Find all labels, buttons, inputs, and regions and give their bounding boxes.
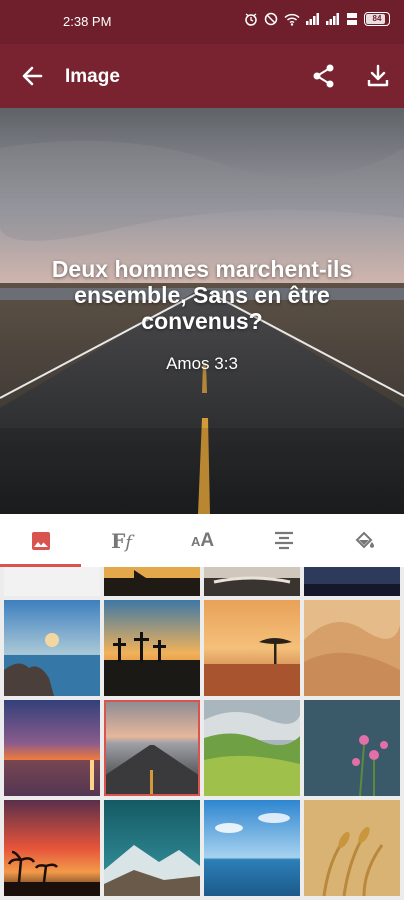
editor-tabs: Ff AA	[0, 514, 404, 568]
image-preview[interactable]: Deux hommes marchent-ils ensemble, Sans …	[0, 108, 404, 514]
network-speed-icon	[347, 13, 357, 25]
gallery-thumb-blank[interactable]	[4, 567, 100, 596]
wifi-icon	[284, 13, 300, 26]
font-icon: Ff	[111, 529, 132, 553]
gallery-thumb-palm-sunset[interactable]	[4, 800, 100, 896]
thumb-image	[204, 700, 300, 796]
thumb-image	[304, 600, 400, 696]
gallery-thumb-sea-sunset[interactable]	[4, 700, 100, 796]
signal-icon-2	[326, 13, 339, 25]
status-bar: 2:38 PM 84	[0, 0, 404, 44]
tab-alignment[interactable]	[243, 514, 324, 568]
background-gallery	[0, 567, 404, 900]
align-center-icon	[274, 531, 293, 550]
status-time: 2:38 PM	[63, 14, 112, 29]
download-icon[interactable]	[364, 62, 392, 90]
thumb-image	[4, 600, 100, 696]
share-icon[interactable]	[310, 62, 338, 90]
gallery-thumb-snow-mountain[interactable]	[104, 800, 200, 896]
thumb-image	[104, 700, 200, 796]
page-title: Image	[65, 66, 120, 87]
text-size-icon: AA	[190, 530, 215, 551]
verse-reference[interactable]: Amos 3:3	[0, 354, 404, 374]
gallery-thumb-road-selected[interactable]	[104, 700, 200, 796]
paint-bucket-icon	[355, 531, 374, 549]
thumb-image	[4, 567, 100, 596]
thumb-image	[304, 700, 400, 796]
battery-level: 84	[372, 14, 382, 23]
thumb-image	[104, 567, 200, 596]
alarm-icon	[245, 13, 257, 26]
thumb-image	[104, 800, 200, 896]
arrow-back-icon[interactable]	[18, 62, 46, 90]
gallery-thumb-desert-dunes[interactable]	[304, 600, 400, 696]
thumb-image	[304, 567, 400, 596]
thumb-image	[304, 800, 400, 896]
gallery-thumb-ocean-sky[interactable]	[204, 800, 300, 896]
image-editor-screen: 2:38 PM 84 Image Deux hommes marchent-il…	[0, 0, 404, 900]
thumb-image	[204, 600, 300, 696]
thumb-image	[204, 567, 300, 596]
do-not-disturb-icon	[264, 12, 278, 26]
gallery-thumb-wheat-field[interactable]	[304, 800, 400, 896]
gallery-thumb-three-crosses[interactable]	[104, 600, 200, 696]
status-icons: 84	[244, 12, 390, 26]
tab-color[interactable]	[324, 514, 404, 568]
signal-icon	[306, 13, 319, 25]
gallery-thumb-hill-silhouette[interactable]	[104, 567, 200, 596]
image-icon	[31, 532, 50, 550]
app-bar: Image	[0, 44, 404, 108]
gallery-thumb-green-hills[interactable]	[204, 700, 300, 796]
verse-text[interactable]: Deux hommes marchent-ils ensemble, Sans …	[20, 256, 384, 334]
thumb-image	[104, 600, 200, 696]
tab-font[interactable]: Ff	[81, 514, 162, 568]
tab-text-size[interactable]: AA	[162, 514, 243, 568]
thumb-image	[4, 800, 100, 896]
thumb-image	[4, 700, 100, 796]
gallery-thumb-dusk[interactable]	[304, 567, 400, 596]
gallery-thumb-coast-rocks[interactable]	[4, 600, 100, 696]
gallery-thumb-book[interactable]	[204, 567, 300, 596]
battery-icon: 84	[364, 12, 390, 26]
tab-image[interactable]	[0, 514, 81, 568]
gallery-thumb-savanna-tree[interactable]	[204, 600, 300, 696]
gallery-thumb-pink-flowers[interactable]	[304, 700, 400, 796]
thumb-image	[204, 800, 300, 896]
